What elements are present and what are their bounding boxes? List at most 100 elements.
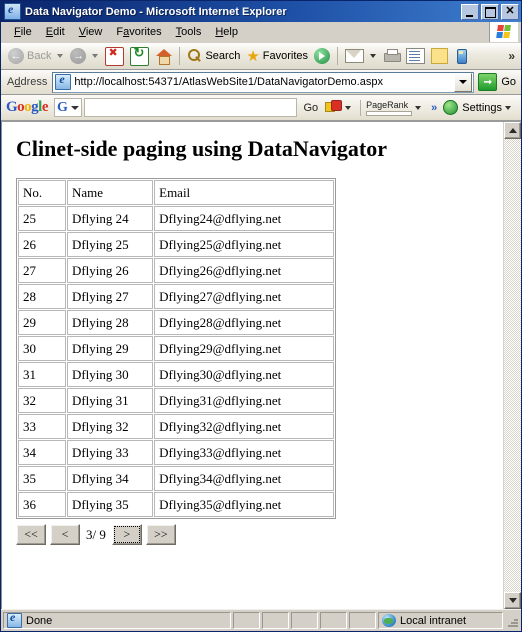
- ie-document-icon: [4, 2, 21, 20]
- status-panel-2: [262, 612, 289, 629]
- cell-name: Dflying 35: [66, 492, 154, 517]
- last-page-button[interactable]: >>: [145, 524, 176, 545]
- google-popup-chevron-down-icon[interactable]: [345, 105, 352, 110]
- address-input-box[interactable]: http://localhost:54371/AtlasWebSite1/Dat…: [52, 71, 475, 93]
- back-button[interactable]: ← Back: [5, 45, 54, 67]
- google-separator: [360, 99, 362, 116]
- cell-no: 31: [18, 362, 66, 387]
- resize-grip[interactable]: [505, 614, 519, 628]
- print-button[interactable]: [380, 45, 403, 67]
- search-button[interactable]: Search: [184, 45, 243, 67]
- previous-page-button[interactable]: <: [50, 524, 80, 545]
- mail-chevron-down-icon[interactable]: [370, 54, 377, 58]
- status-panel-1: [233, 612, 260, 629]
- media-button[interactable]: [311, 45, 333, 67]
- messenger-button[interactable]: [451, 45, 472, 67]
- web-page: Clinet-side paging using DataNavigator N…: [1, 122, 503, 609]
- google-popup-blocker-icon[interactable]: [325, 100, 343, 115]
- stop-icon: [105, 46, 125, 66]
- cell-name: Dflying 29: [66, 336, 154, 361]
- menu-item-help-rest: elp: [223, 26, 238, 38]
- first-page-button[interactable]: <<: [16, 524, 46, 545]
- cell-email: Dflying34@dflying.net: [154, 466, 334, 491]
- minimize-button[interactable]: [461, 3, 479, 20]
- address-input[interactable]: http://localhost:54371/AtlasWebSite1/Dat…: [74, 76, 454, 88]
- cell-no: 36: [18, 492, 66, 517]
- pager-controls: << < 3/ 9 > >>: [16, 524, 503, 545]
- table-row: 32 Dflying 31 Dflying31@dflying.net: [18, 388, 334, 413]
- notes-button[interactable]: [428, 45, 451, 67]
- status-message: Done: [26, 614, 53, 627]
- cell-no: 32: [18, 388, 66, 413]
- table-header-row: No. Name Email: [18, 180, 334, 205]
- scrollbar-track[interactable]: [504, 139, 521, 592]
- cell-email: Dflying32@dflying.net: [154, 414, 334, 439]
- stop-button[interactable]: [102, 45, 127, 67]
- search-icon: [187, 48, 202, 64]
- cell-name: Dflying 32: [66, 414, 154, 439]
- home-button[interactable]: [152, 45, 175, 67]
- edit-button[interactable]: [403, 45, 428, 67]
- cell-email: Dflying25@dflying.net: [154, 232, 334, 257]
- menu-item-help[interactable]: Help: [208, 24, 245, 40]
- google-settings-button[interactable]: Settings: [443, 100, 521, 115]
- column-header-name: Name: [66, 180, 154, 205]
- toolbar-overflow-button[interactable]: »: [508, 49, 515, 63]
- menu-item-favorites[interactable]: Favorites: [109, 24, 168, 40]
- address-dropdown-button[interactable]: [454, 72, 473, 92]
- google-search-input[interactable]: [83, 98, 298, 117]
- next-page-button[interactable]: >: [111, 524, 142, 545]
- scroll-up-button[interactable]: [504, 122, 521, 139]
- cell-email: Dflying24@dflying.net: [154, 206, 334, 231]
- status-message-panel: Done: [3, 610, 231, 629]
- table-body: No. Name Email 25 Dflying 24 Dflying24@dfl…: [18, 180, 334, 517]
- vertical-scrollbar[interactable]: [503, 122, 521, 609]
- google-toolbar: Google G Go PageRank » Settings: [1, 95, 521, 121]
- back-label: Back: [27, 50, 52, 62]
- maximize-button[interactable]: [481, 3, 499, 20]
- cell-no: 34: [18, 440, 66, 465]
- cell-email: Dflying28@dflying.net: [154, 310, 334, 335]
- menu-item-tools[interactable]: Tools: [169, 24, 209, 40]
- security-zone-label: Local intranet: [400, 614, 467, 627]
- go-arrow-icon: ➞: [478, 73, 498, 91]
- go-button[interactable]: ➞ Go: [474, 73, 521, 91]
- cell-email: Dflying35@dflying.net: [154, 492, 334, 517]
- menu-bar: File Edit View Favorites Tools Help: [1, 22, 521, 43]
- cell-name: Dflying 31: [66, 388, 154, 413]
- refresh-button[interactable]: [127, 45, 152, 67]
- cell-email: Dflying30@dflying.net: [154, 362, 334, 387]
- column-header-no: No.: [18, 180, 66, 205]
- menu-item-edit[interactable]: Edit: [39, 24, 72, 40]
- pagerank-chevron-down-icon[interactable]: [415, 105, 422, 110]
- cell-no: 26: [18, 232, 66, 257]
- favorites-label: Favorites: [262, 50, 309, 62]
- back-history-chevron-down-icon[interactable]: [57, 54, 64, 58]
- forward-button[interactable]: →: [67, 45, 89, 67]
- address-label: Address: [7, 76, 48, 88]
- scroll-down-button[interactable]: [504, 592, 521, 609]
- favorites-button[interactable]: ★ Favorites: [243, 45, 311, 67]
- toolbar-separator-2: [337, 47, 339, 65]
- status-panel-5: [349, 612, 376, 629]
- pagerank-indicator: PageRank: [366, 100, 413, 116]
- close-button[interactable]: ✕: [501, 3, 519, 20]
- google-settings-label: Settings: [462, 101, 502, 114]
- cell-name: Dflying 27: [66, 284, 154, 309]
- cell-name: Dflying 33: [66, 440, 154, 465]
- security-zone-panel[interactable]: Local intranet: [378, 612, 503, 629]
- cell-name: Dflying 24: [66, 206, 154, 231]
- table-row: 36 Dflying 35 Dflying35@dflying.net: [18, 492, 334, 517]
- cell-no: 30: [18, 336, 66, 361]
- google-site-selector[interactable]: G: [54, 98, 82, 117]
- forward-history-chevron-down-icon[interactable]: [92, 54, 99, 58]
- table-row: 35 Dflying 34 Dflying34@dflying.net: [18, 466, 334, 491]
- menu-item-favorites-rest: vorites: [129, 26, 162, 38]
- google-go-button[interactable]: Go: [297, 102, 324, 114]
- cell-email: Dflying31@dflying.net: [154, 388, 334, 413]
- window-title: Data Navigator Demo - Microsoft Internet…: [25, 5, 287, 18]
- google-overflow-button[interactable]: »: [431, 102, 437, 114]
- menu-item-view[interactable]: View: [72, 24, 110, 40]
- menu-item-file[interactable]: File: [7, 24, 39, 40]
- mail-button[interactable]: [342, 45, 367, 67]
